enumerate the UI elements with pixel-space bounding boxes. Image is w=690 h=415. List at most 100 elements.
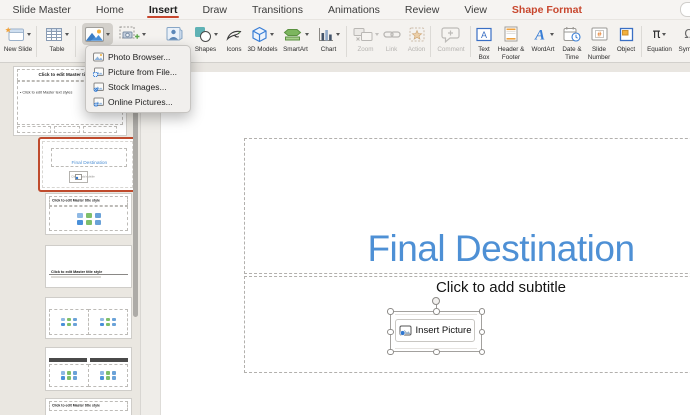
thumb-title-text: Click to edit Master title style [52,404,100,407]
menu-item-photo-browser[interactable]: Photo Browser... [86,49,190,64]
ribbon-divider [75,26,76,57]
photo-browser-icon [93,52,104,62]
menu-item-label: Photo Browser... [108,52,170,62]
menu-item-picture-from-file[interactable]: Picture from File... [86,64,190,79]
content-placeholder-icons [61,318,77,327]
tab-shape-format[interactable]: Shape Format [499,0,594,19]
text-box-label: Text Box [473,46,495,61]
wordart-button[interactable]: A WordArt [527,23,559,54]
chevron-down-icon [214,33,218,36]
chevron-down-icon [375,33,379,36]
zoom-slides-icon [353,27,373,42]
table-label: Table [41,46,73,54]
layout-thumbnail-section-header[interactable]: Click to edit Master title style [45,245,132,288]
resize-handle-s[interactable] [433,349,440,356]
resize-handle-n[interactable] [433,308,440,315]
subtitle-placeholder-text: Click to add subtitle [245,279,690,296]
link-label: Link [380,46,403,54]
symbol-button[interactable]: Ω Symbol [675,23,690,54]
smartart-icon [283,27,303,42]
object-button[interactable]: Object [613,23,639,54]
tab-view[interactable]: View [452,0,500,19]
table-button[interactable]: Table [41,23,73,54]
layout-thumbnail-comparison[interactable]: Click to edit Master title style [45,347,132,391]
resize-handle-w[interactable] [387,329,394,336]
wordart-icon: A [532,26,548,42]
comment-label: Comment [434,46,468,54]
tab-animations[interactable]: Animations [315,0,392,19]
thumb-subtext-line [51,276,101,278]
content-placeholder-icons [77,213,101,225]
chevron-down-icon [27,33,31,36]
resize-handle-sw[interactable] [387,349,394,356]
insert-picture-button[interactable]: Insert Picture [395,319,475,342]
chevron-down-icon [305,33,309,36]
thumb-title-text: Click to edit Master title style [51,270,102,274]
comment-button: Comment [434,23,468,54]
resize-handle-ne[interactable] [479,308,486,315]
resize-handle-se[interactable] [479,349,486,356]
tab-home[interactable]: Home [83,0,136,19]
header-footer-button[interactable]: Header & Footer [495,23,527,61]
menu-bar: Slide Master Home Insert Draw Transition… [0,0,690,20]
ribbon-divider [430,26,431,57]
smartart-button[interactable]: SmartArt [278,23,313,54]
resize-handle-e[interactable] [479,329,486,336]
content-placeholder-icons [100,371,116,380]
title-placeholder-box[interactable]: Final Destination [244,138,690,274]
menu-item-label: Picture from File... [108,67,177,77]
menu-item-stock-images[interactable]: Stock Images... [86,79,190,94]
chart-icon [318,27,334,42]
resize-handle-nw[interactable] [387,308,394,315]
layout-thumbnail-title-only[interactable]: Click to edit Master title style [45,398,132,415]
photo-album-button[interactable] [161,23,187,45]
calendar-clock-icon [563,26,581,42]
slide-number-button[interactable]: # Slide Number [585,23,613,61]
slide-master-thumbnail-panel: Click to edit Master title style • Click… [0,62,141,415]
shapes-button[interactable]: Shapes [190,23,221,54]
text-box-icon: A [476,27,492,42]
layout-thumbnail-title-and-content[interactable]: Click to edit Master title style [45,193,132,235]
smartart-label: SmartArt [278,46,313,54]
layout-thumbnail-two-content[interactable]: Click to edit Master title style [45,297,132,339]
layout-thumbnail-title-slide-selected[interactable]: Final Destination Click to add subtitle [38,137,137,192]
tab-transitions[interactable]: Transitions [239,0,315,19]
tab-insert[interactable]: Insert [136,0,190,19]
equation-button[interactable]: π Equation [644,23,675,54]
insert-picture-label: Insert Picture [416,325,472,336]
text-box-button[interactable]: A Text Box [473,23,495,61]
svg-text:A: A [534,28,545,43]
omega-icon: Ω [684,27,690,41]
content-placeholder-icons [100,318,116,327]
pictures-button[interactable] [80,23,114,45]
slide-title-text: Final Destination [245,228,690,270]
tab-draw[interactable]: Draw [190,0,240,19]
tab-slide-master[interactable]: Slide Master [0,0,83,19]
comparison-header-left [49,358,87,362]
insert-picture-icon [399,325,412,336]
action-button: Action [403,23,430,54]
comparison-header-right [90,358,128,362]
link-button: Link [380,23,403,54]
date-time-label: Date & Time [559,46,585,61]
chart-button[interactable]: Chart [313,23,344,54]
icons-button[interactable]: Icons [221,23,247,54]
pi-icon: π [653,27,661,42]
search-field-fragment[interactable] [680,2,690,17]
3d-models-button[interactable]: 3D Models [247,23,278,54]
photo-album-icon [166,26,183,42]
menu-item-label: Online Pictures... [108,97,173,107]
date-time-button[interactable]: Date & Time [559,23,585,61]
tab-review[interactable]: Review [392,0,451,19]
menu-item-label: Stock Images... [108,82,167,92]
menu-item-online-pictures[interactable]: Online Pictures... [86,94,190,109]
content-placeholder-icons [61,371,77,380]
panel-resize-gutter [141,62,161,415]
panel-scrollbar-thumb[interactable] [133,98,138,317]
dove-icon [226,27,243,42]
screenshot-button[interactable] [114,23,150,45]
picture-placeholder-selection[interactable]: Insert Picture [390,311,482,352]
link-icon [383,28,401,41]
rotation-handle[interactable] [432,297,440,305]
new-slide-button[interactable]: New Slide [2,23,34,54]
